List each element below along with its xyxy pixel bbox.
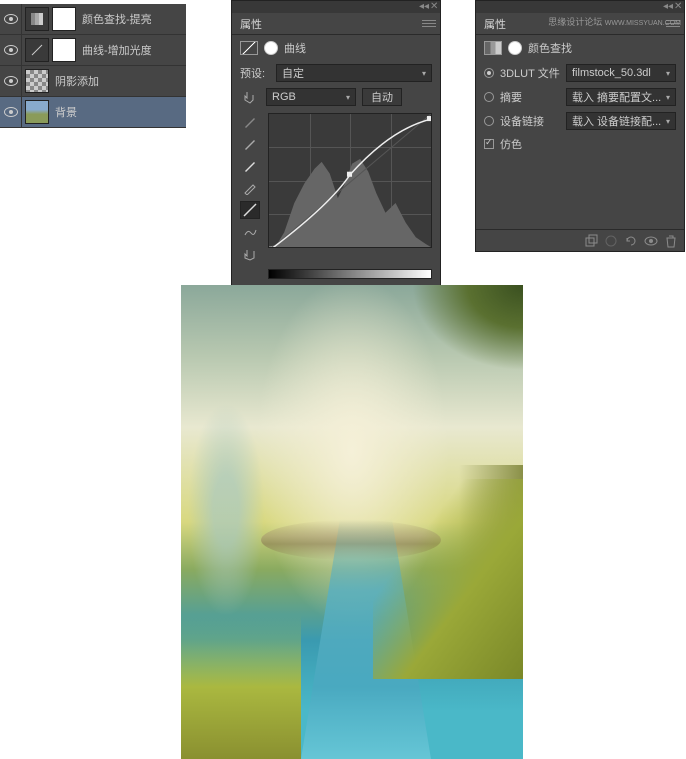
devicelink-row: 设备链接 载入 设备链接配...▾ — [476, 109, 684, 133]
visibility-toggle[interactable] — [0, 35, 22, 66]
reset-icon[interactable] — [622, 233, 640, 249]
curve-point-icon[interactable] — [240, 201, 260, 219]
adjustment-thumb[interactable] — [25, 7, 49, 31]
layer-thumb[interactable] — [25, 100, 49, 124]
dither-checkbox[interactable] — [484, 139, 494, 149]
panel-footer — [476, 229, 684, 251]
hand-icon[interactable] — [240, 245, 260, 263]
layer-name: 阴影添加 — [55, 73, 99, 89]
input-gradient[interactable] — [268, 269, 432, 279]
layer-name: 曲线-增加光度 — [82, 42, 152, 58]
radio-3dlut[interactable] — [484, 68, 494, 78]
eyedropper-gray-icon[interactable] — [240, 135, 260, 153]
watermark: 思缘设计论坛 WWW.MISSYUAN.COM — [548, 15, 681, 28]
adjustment-type-label: 颜色查找 — [528, 40, 572, 56]
panel-header: ◂◂ ✕ — [232, 1, 440, 13]
visibility-toggle[interactable] — [0, 4, 22, 35]
chevron-down-icon: ▾ — [666, 69, 670, 78]
lut-file-row: 3DLUT 文件 filmstock_50.3dl▾ — [476, 61, 684, 85]
panel-header: ◂◂ ✕ — [476, 1, 684, 13]
curves-editor — [232, 109, 440, 267]
mask-icon[interactable] — [508, 41, 522, 55]
dither-label: 仿色 — [500, 136, 522, 152]
layer-row[interactable]: 颜色查找-提亮 — [0, 4, 186, 35]
preset-row: 预设: 自定▾ — [232, 61, 440, 85]
eye-icon — [4, 107, 18, 117]
close-icon[interactable]: ✕ — [674, 3, 682, 11]
collapse-icon[interactable]: ◂◂ — [663, 3, 671, 11]
chevron-down-icon: ▾ — [666, 93, 670, 102]
visibility-icon[interactable] — [642, 233, 660, 249]
layer-row[interactable]: 曲线-增加光度 — [0, 35, 186, 66]
finger-tool-icon[interactable] — [240, 90, 260, 104]
preset-dropdown[interactable]: 自定▾ — [276, 64, 432, 82]
close-icon[interactable]: ✕ — [430, 3, 438, 11]
abstract-dropdown[interactable]: 载入 摘要配置文...▾ — [566, 88, 676, 106]
mask-thumb[interactable] — [52, 7, 76, 31]
chevron-down-icon: ▾ — [666, 117, 670, 126]
radio-abstract-label: 摘要 — [500, 89, 560, 105]
channel-row: RGB▾ 自动 — [232, 85, 440, 109]
panel-menu-icon[interactable] — [422, 18, 436, 30]
layer-row[interactable]: 背景 — [0, 97, 186, 128]
eye-icon — [4, 14, 18, 24]
curves-icon — [240, 41, 258, 55]
adjustment-thumb[interactable] — [25, 38, 49, 62]
layer-name: 背景 — [55, 104, 77, 120]
dither-row: 仿色 — [476, 133, 684, 155]
properties-panel-colorlookup: ◂◂ ✕ 思缘设计论坛 WWW.MISSYUAN.COM 属性 颜色查找 3DL… — [475, 0, 685, 252]
radio-devicelink[interactable] — [484, 116, 494, 126]
painting-preview — [181, 285, 523, 759]
adjustment-type-row: 颜色查找 — [476, 35, 684, 61]
chevron-down-icon: ▾ — [422, 69, 426, 78]
channel-dropdown[interactable]: RGB▾ — [266, 88, 356, 106]
visibility-toggle[interactable] — [0, 97, 22, 128]
eye-icon — [4, 45, 18, 55]
curve-line — [269, 114, 431, 248]
auto-button[interactable]: 自动 — [362, 88, 402, 106]
lut-file-dropdown[interactable]: filmstock_50.3dl▾ — [566, 64, 676, 82]
radio-devicelink-label: 设备链接 — [500, 113, 560, 129]
chevron-down-icon: ▾ — [346, 93, 350, 102]
devicelink-dropdown[interactable]: 载入 设备链接配...▾ — [566, 112, 676, 130]
mask-icon[interactable] — [264, 41, 278, 55]
preset-label: 预设: — [240, 65, 270, 81]
layer-thumb[interactable] — [25, 69, 49, 93]
mask-thumb[interactable] — [52, 38, 76, 62]
previous-state-icon — [602, 233, 620, 249]
eye-icon — [4, 76, 18, 86]
clip-to-layer-icon[interactable] — [582, 233, 600, 249]
collapse-icon[interactable]: ◂◂ — [419, 3, 427, 11]
visibility-toggle[interactable] — [0, 66, 22, 97]
layers-panel: 颜色查找-提亮 曲线-增加光度 阴影添加 背景 — [0, 4, 186, 128]
smooth-icon[interactable] — [240, 223, 260, 241]
layer-row[interactable]: 阴影添加 — [0, 66, 186, 97]
adjustment-type-row: 曲线 — [232, 35, 440, 61]
abstract-row: 摘要 载入 摘要配置文...▾ — [476, 85, 684, 109]
result-image — [181, 285, 523, 759]
delete-icon[interactable] — [662, 233, 680, 249]
panel-tabs: 属性 — [232, 13, 440, 35]
curves-graph[interactable] — [268, 113, 432, 248]
properties-panel-curves: ◂◂ ✕ 属性 曲线 预设: 自定▾ RGB▾ 自动 — [231, 0, 441, 308]
radio-abstract[interactable] — [484, 92, 494, 102]
colorlookup-icon — [484, 41, 502, 55]
tab-properties[interactable]: 属性 — [484, 16, 506, 32]
eyedropper-white-icon[interactable] — [240, 157, 260, 175]
pencil-icon[interactable] — [240, 179, 260, 197]
eyedropper-black-icon[interactable] — [240, 113, 260, 131]
curves-tools — [240, 113, 264, 263]
layer-name: 颜色查找-提亮 — [82, 11, 152, 27]
adjustment-type-label: 曲线 — [284, 40, 306, 56]
tab-properties[interactable]: 属性 — [240, 16, 262, 32]
radio-3dlut-label: 3DLUT 文件 — [500, 65, 560, 81]
